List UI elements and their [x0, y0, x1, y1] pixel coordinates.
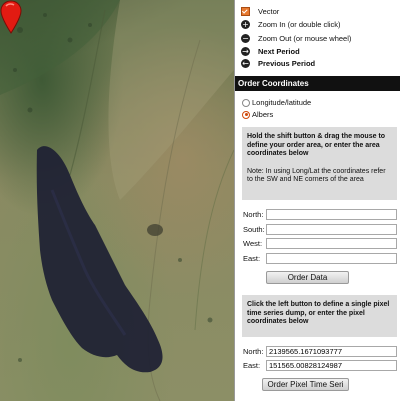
- radio-albers[interactable]: Albers: [242, 110, 273, 119]
- order-instructions-note: Note: In using Long/Lat the coordinates …: [247, 167, 386, 184]
- radio-albers-label: Albers: [252, 110, 274, 119]
- zoom-out-icon[interactable]: −: [241, 33, 250, 43]
- order-instructions-box: Hold the shift button & drag the mouse t…: [242, 127, 397, 200]
- zoom-in-control[interactable]: + Zoom In (or double click): [241, 18, 341, 30]
- next-arrow-icon[interactable]: →: [241, 46, 250, 56]
- south-input[interactable]: [266, 224, 397, 235]
- next-period-label: Next Period: [258, 46, 300, 56]
- vector-label: Vector: [258, 6, 280, 16]
- order-coordinates-header: Order Coordinates: [235, 76, 400, 91]
- previous-period-control[interactable]: ← Previous Period: [241, 57, 315, 69]
- vector-layer-toggle[interactable]: Vector: [241, 5, 279, 17]
- radio-longlat[interactable]: Longitude/latitude: [242, 98, 311, 107]
- east-label: East:: [243, 254, 261, 263]
- pixel-north-input[interactable]: [266, 346, 397, 357]
- checkbox-checked-icon[interactable]: [241, 6, 250, 16]
- pixel-north-label: North:: [243, 347, 264, 356]
- zoom-in-label: Zoom In (or double click): [258, 19, 341, 29]
- zoom-in-icon[interactable]: +: [241, 19, 250, 29]
- previous-arrow-icon[interactable]: ←: [241, 58, 250, 68]
- pixel-east-label: East:: [243, 361, 261, 370]
- previous-period-label: Previous Period: [258, 58, 316, 68]
- south-label: South:: [243, 225, 265, 234]
- pixel-instructions-text: Click the left button to define a single…: [247, 301, 390, 325]
- north-label: North:: [243, 210, 264, 219]
- pixel-east-input[interactable]: [266, 360, 397, 371]
- control-panel: Vector + Zoom In (or double click) − Zoo…: [234, 0, 400, 401]
- west-row: West:: [243, 238, 397, 249]
- west-input[interactable]: [266, 238, 397, 249]
- zoom-out-label: Zoom Out (or mouse wheel): [258, 33, 352, 43]
- radio-longlat-label: Longitude/latitude: [252, 98, 312, 107]
- pixel-instructions-box: Click the left button to define a single…: [242, 295, 397, 337]
- map-pin-icon[interactable]: [0, 0, 22, 34]
- terrain-overlay: [0, 0, 234, 401]
- radio-longlat-circle[interactable]: [242, 98, 250, 107]
- east-row: East:: [243, 253, 397, 264]
- zoom-out-control[interactable]: − Zoom Out (or mouse wheel): [241, 32, 351, 44]
- next-period-control[interactable]: → Next Period: [241, 45, 300, 57]
- order-pixel-time-series-button[interactable]: Order Pixel Time Seri: [262, 378, 349, 391]
- north-input[interactable]: [266, 209, 397, 220]
- satellite-map[interactable]: [0, 0, 234, 401]
- order-instructions-text: Hold the shift button & drag the mouse t…: [247, 133, 386, 157]
- radio-albers-circle[interactable]: [242, 110, 250, 119]
- pixel-north-row: North:: [243, 346, 397, 357]
- pixel-east-row: East:: [243, 360, 397, 371]
- order-data-button[interactable]: Order Data: [266, 271, 349, 284]
- south-row: South:: [243, 224, 397, 235]
- north-row: North:: [243, 209, 397, 220]
- east-input[interactable]: [266, 253, 397, 264]
- west-label: West:: [243, 239, 263, 248]
